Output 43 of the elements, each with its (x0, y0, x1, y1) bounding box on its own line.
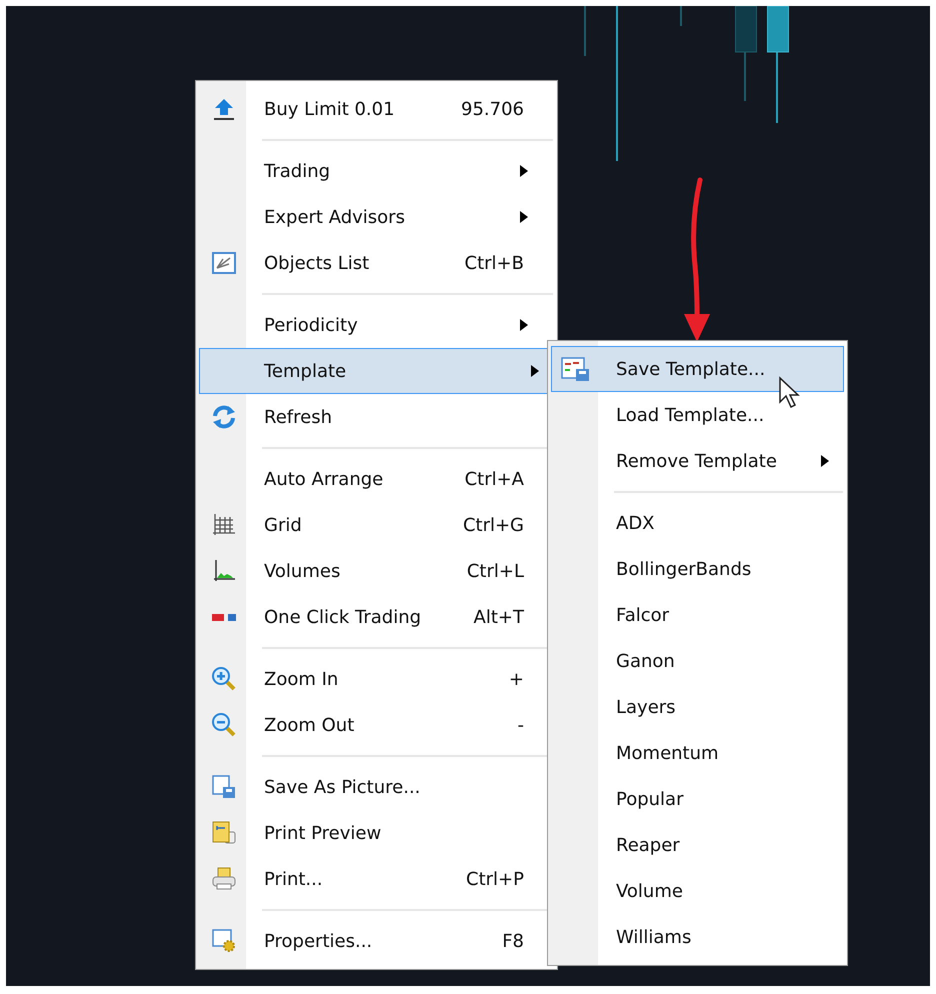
menu-item[interactable]: Volume (551, 868, 844, 914)
menu-item[interactable]: Zoom Out - (199, 702, 543, 748)
mouse-pointer-icon (778, 376, 802, 410)
floppy-disk-icon (211, 774, 237, 800)
axes-icon (211, 558, 237, 584)
menu-item[interactable]: Refresh (199, 394, 543, 440)
menu-item[interactable]: Print Preview (199, 810, 543, 856)
menu-item[interactable]: Load Template... (551, 392, 844, 438)
printer-icon (211, 866, 237, 892)
gear-icon (211, 928, 237, 954)
menu-item[interactable]: Print... Ctrl+P (199, 856, 543, 902)
menu-item[interactable]: Trading (199, 148, 543, 194)
zoom-in-icon (211, 666, 237, 692)
menu-item[interactable]: ADX (551, 500, 844, 546)
menu-item[interactable]: Expert Advisors (199, 194, 543, 240)
refresh-icon (211, 404, 237, 430)
menu-item[interactable]: Reaper (551, 822, 844, 868)
menu-item[interactable]: Williams (551, 914, 844, 960)
menu-item[interactable]: Objects List Ctrl+B (199, 240, 543, 286)
menu-item[interactable]: Properties... F8 (199, 918, 543, 964)
menu-item[interactable]: Popular (551, 776, 844, 822)
menu-item[interactable]: One Click Trading Alt+T (199, 594, 543, 640)
line-chart-icon (211, 250, 237, 276)
menu-item[interactable]: Save As Picture... (199, 764, 543, 810)
menu-item[interactable]: Momentum (551, 730, 844, 776)
toggle-bar-icon (212, 614, 236, 620)
menu-item[interactable]: Ganon (551, 638, 844, 684)
menu-item[interactable]: Buy Limit 0.01 95.706 (199, 86, 543, 132)
menu-item[interactable]: Falcor (551, 592, 844, 638)
menu-item[interactable]: Grid Ctrl+G (199, 502, 543, 548)
print-preview-icon (211, 820, 237, 846)
menu-item[interactable]: Layers (551, 684, 844, 730)
menu-item[interactable]: Save Template... (551, 346, 844, 392)
template-icon (561, 356, 591, 382)
grid-icon (211, 512, 237, 538)
menu-item[interactable]: Periodicity (199, 302, 543, 348)
menu-item[interactable]: BollingerBands (551, 546, 844, 592)
zoom-out-icon (211, 712, 237, 738)
menu-item[interactable]: Volumes Ctrl+L (199, 548, 543, 594)
upload-arrow-icon (211, 96, 237, 122)
menu-item[interactable]: Auto Arrange Ctrl+A (199, 456, 543, 502)
menu-item[interactable]: Zoom In + (199, 656, 543, 702)
menu-item[interactable]: Remove Template (551, 438, 844, 484)
